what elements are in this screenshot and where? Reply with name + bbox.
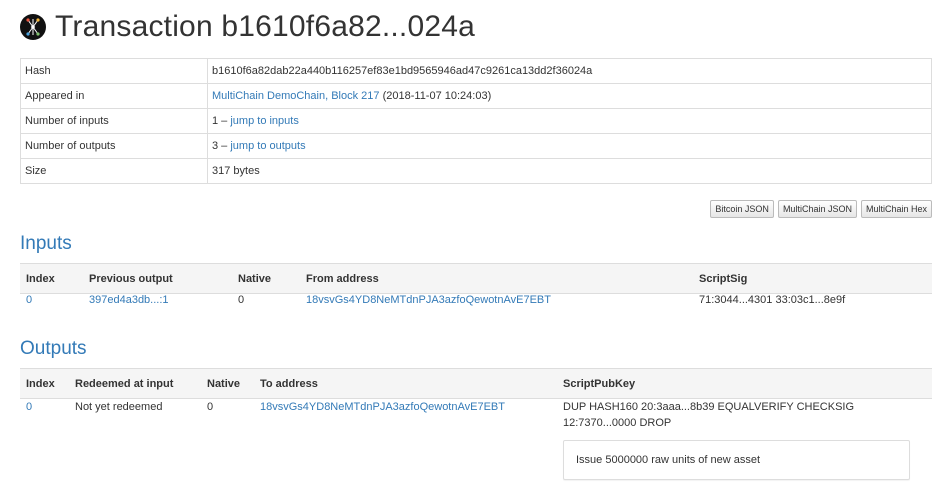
previous-output-link[interactable]: 397ed4a3db...:1 xyxy=(89,294,169,306)
appeared-label: Appeared in xyxy=(20,83,208,109)
outputs-col-scriptpubkey: ScriptPubKey xyxy=(557,368,932,399)
page-title: Transaction b1610f6a82...024a xyxy=(55,10,475,43)
outputs-col-index: Index xyxy=(20,368,69,399)
summary-row-size: Size 317 bytes xyxy=(20,158,932,184)
output-native-value: 0 xyxy=(207,401,214,413)
asset-issue-note: Issue 5000000 raw units of new asset xyxy=(563,440,910,480)
summary-row-outputs: Number of outputs 3 – jump to outputs xyxy=(20,133,932,159)
outputs-col-native: Native xyxy=(201,368,254,399)
from-address-link[interactable]: 18vsvGs4YD8NeMTdnPJA3azfoQewotnAvE7EBT xyxy=(306,294,551,306)
outputs-count-value: 3 – jump to outputs xyxy=(207,133,932,159)
scriptpubkey-line-1: DUP HASH160 20:3aaa...8b39 EQUALVERIFY C… xyxy=(563,401,855,413)
size-value: 317 bytes xyxy=(207,158,932,184)
summary-row-inputs: Number of inputs 1 – jump to inputs xyxy=(20,108,932,134)
scriptpubkey-line-2: 12:7370...0000 DROP xyxy=(563,417,672,429)
jump-to-outputs-link[interactable]: jump to outputs xyxy=(230,140,305,152)
page-header: Transaction b1610f6a82...024a xyxy=(20,8,475,46)
asset-issue-text: Issue 5000000 raw units of new asset xyxy=(576,454,761,466)
hash-value: b1610f6a82dab22a440b116257ef83e1bd956594… xyxy=(207,58,932,84)
outputs-col-redeemed: Redeemed at input xyxy=(69,368,201,399)
inputs-col-native: Native xyxy=(232,263,300,294)
table-row: 0 397ed4a3db...:1 0 18vsvGs4YD8NeMTdnPJA… xyxy=(20,294,932,325)
inputs-col-index: Index xyxy=(20,263,83,294)
inputs-header-row: Index Previous output Native From addres… xyxy=(20,263,932,294)
multichain-logo-icon xyxy=(20,14,46,40)
outputs-count: 3 – xyxy=(212,140,228,152)
inputs-col-previous-output: Previous output xyxy=(83,263,232,294)
outputs-col-to-address: To address xyxy=(254,368,557,399)
outputs-count-label: Number of outputs xyxy=(20,133,208,159)
appeared-time: (2018-11-07 10:24:03) xyxy=(382,90,492,102)
summary-row-appeared: Appeared in MultiChain DemoChain, Block … xyxy=(20,83,932,109)
input-index-link[interactable]: 0 xyxy=(26,294,32,306)
transaction-summary-table: Hash b1610f6a82dab22a440b116257ef83e1bd9… xyxy=(20,58,932,184)
block-link[interactable]: MultiChain DemoChain, Block 217 xyxy=(212,90,380,102)
multichain-json-button[interactable]: MultiChain JSON xyxy=(777,200,857,218)
outputs-heading: Outputs xyxy=(20,338,87,359)
to-address-link[interactable]: 18vsvGs4YD8NeMTdnPJA3azfoQewotnAvE7EBT xyxy=(260,401,505,413)
outputs-table: Index Redeemed at input Native To addres… xyxy=(20,368,932,480)
inputs-count-label: Number of inputs xyxy=(20,108,208,134)
inputs-heading: Inputs xyxy=(20,233,72,254)
inputs-col-scriptsig: ScriptSig xyxy=(693,263,932,294)
inputs-col-from-address: From address xyxy=(300,263,693,294)
outputs-header-row: Index Redeemed at input Native To addres… xyxy=(20,368,932,399)
redeemed-status: Not yet redeemed xyxy=(75,401,163,413)
scriptsig-value: 71:3044...4301 33:03c1...8e9f xyxy=(699,294,846,306)
hash-label: Hash xyxy=(20,58,208,84)
summary-row-hash: Hash b1610f6a82dab22a440b116257ef83e1bd9… xyxy=(20,58,932,84)
table-row: 0 Not yet redeemed 0 18vsvGs4YD8NeMTdnPJ… xyxy=(20,399,932,480)
jump-to-inputs-link[interactable]: jump to inputs xyxy=(230,115,298,127)
input-native-value: 0 xyxy=(238,294,245,306)
inputs-table: Index Previous output Native From addres… xyxy=(20,263,932,324)
inputs-count: 1 – xyxy=(212,115,228,127)
scriptpubkey-cell: DUP HASH160 20:3aaa...8b39 EQUALVERIFY C… xyxy=(557,399,932,480)
raw-format-buttons: Bitcoin JSON MultiChain JSON MultiChain … xyxy=(710,200,932,218)
bitcoin-json-button[interactable]: Bitcoin JSON xyxy=(710,200,774,218)
multichain-hex-button[interactable]: MultiChain Hex xyxy=(860,200,932,218)
appeared-value: MultiChain DemoChain, Block 217 (2018-11… xyxy=(207,83,932,109)
size-label: Size xyxy=(20,158,208,184)
output-index-link[interactable]: 0 xyxy=(26,401,32,413)
inputs-count-value: 1 – jump to inputs xyxy=(207,108,932,134)
